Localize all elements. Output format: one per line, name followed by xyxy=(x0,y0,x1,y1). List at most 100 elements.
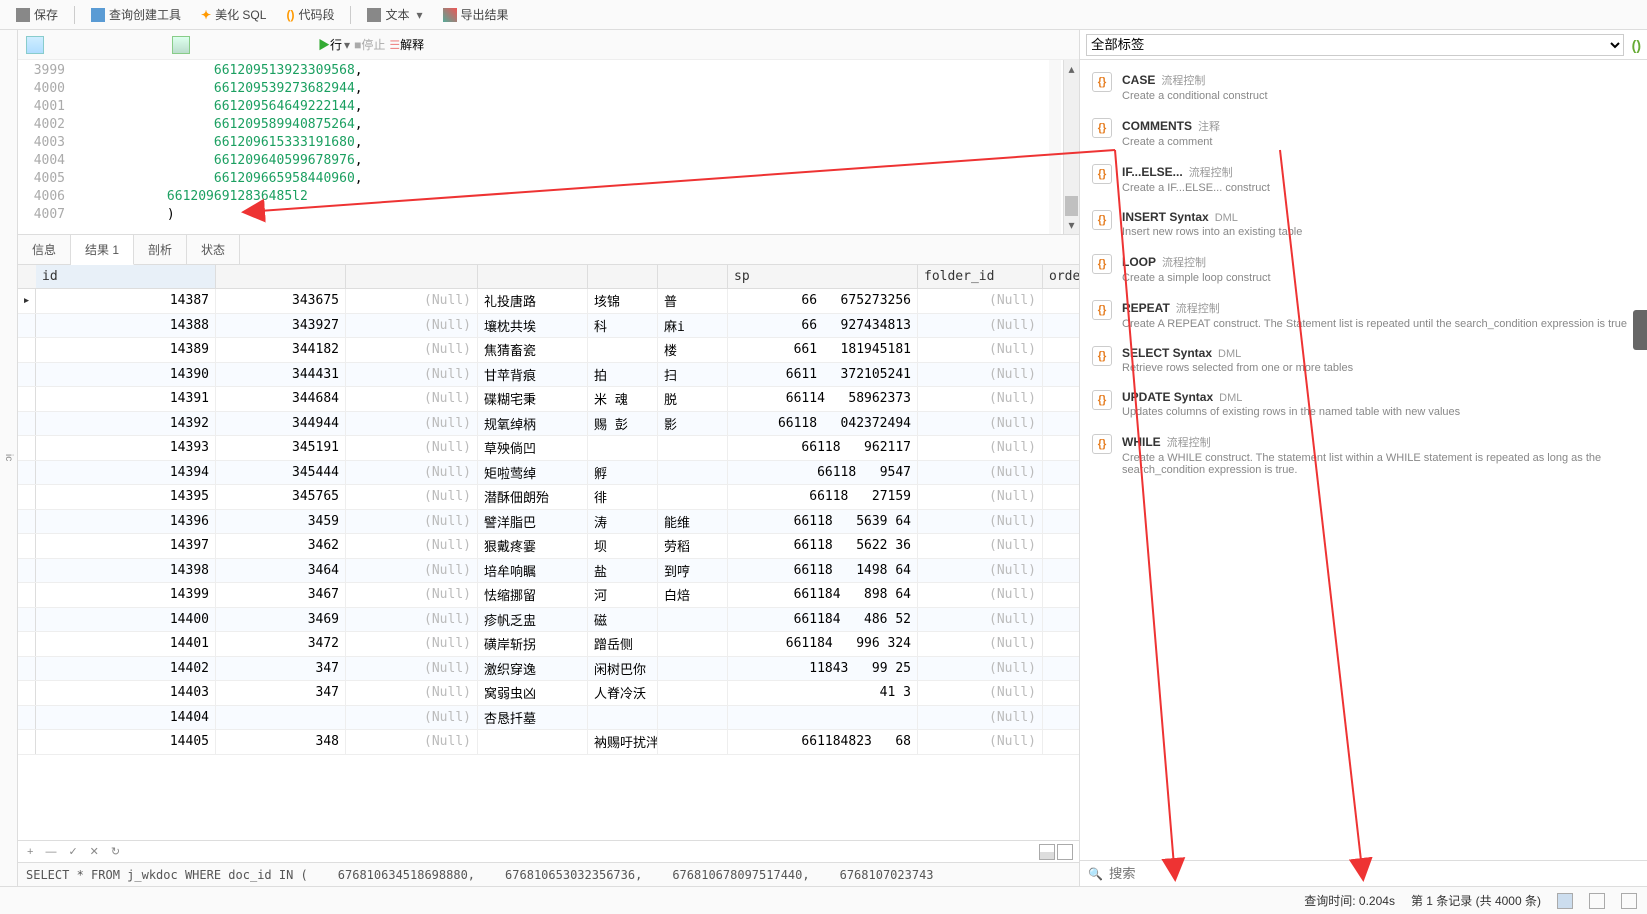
table-row[interactable]: 14388343927(Null)壤枕共埃科麻i66 927434813(Nul… xyxy=(18,314,1079,339)
table-row[interactable]: 144013472(Null)磺岸斩拐蹭岳侧661184 996 324(Nul… xyxy=(18,632,1079,657)
snippet-item[interactable]: {}INSERT SyntaxDMLInsert new rows into a… xyxy=(1080,202,1647,246)
export-button[interactable]: 导出结果 xyxy=(435,3,517,26)
explain-icon: ☰ xyxy=(389,38,400,52)
run-button[interactable]: ▶行▾ xyxy=(318,36,350,53)
tab-剖析[interactable]: 剖析 xyxy=(134,235,187,264)
table-row[interactable]: 144003469(Null)疹帆乏盅磁661184 486 52(Null) xyxy=(18,608,1079,633)
snippet-item[interactable]: {}IF...ELSE...流程控制Create a IF...ELSE... … xyxy=(1080,156,1647,202)
status-icon-1[interactable] xyxy=(1557,893,1573,909)
cancel-button[interactable]: ✕ xyxy=(87,845,102,858)
table-row[interactable]: 14405348(Null)衲赐吁扰泮661184823 68(Null) xyxy=(18,730,1079,755)
paren-icon[interactable]: () xyxy=(1632,37,1641,53)
view-table-icon[interactable] xyxy=(1039,844,1055,860)
snippet-icon: {} xyxy=(1092,390,1112,410)
minimap xyxy=(1049,60,1061,234)
save-button[interactable]: 保存 xyxy=(8,3,66,26)
col-order[interactable]: order_ xyxy=(1043,265,1079,288)
stop-button: ■停止 xyxy=(354,36,385,53)
table-row[interactable]: ▸14387343675(Null)礼投唐路垓锦普66 675273256(Nu… xyxy=(18,289,1079,314)
code-icon: () xyxy=(286,8,294,22)
text-label: 文本 xyxy=(385,6,409,23)
snippet-item[interactable]: {}CASE流程控制Create a conditional construct xyxy=(1080,64,1647,110)
export-icon xyxy=(443,8,457,22)
result-grid[interactable]: id sp folder_id order_ ▸14387343675(Null… xyxy=(18,265,1079,840)
snippet-icon: {} xyxy=(1092,300,1112,320)
snippet-item[interactable]: {}REPEAT流程控制Create A REPEAT construct. T… xyxy=(1080,292,1647,338)
beautify-button[interactable]: ✦美化 SQL xyxy=(193,3,274,26)
query-time-value: 0.204s xyxy=(1359,894,1395,908)
status-icon-2[interactable] xyxy=(1589,893,1605,909)
col-id[interactable]: id xyxy=(36,265,216,288)
tool-icon xyxy=(91,8,105,22)
snippet-icon: {} xyxy=(1092,346,1112,366)
star-icon: ✦ xyxy=(201,8,211,22)
status-bar: 查询时间: 0.204s 第 1 条记录 (共 4000 条) xyxy=(0,886,1647,914)
main-toolbar: 保存 查询创建工具 ✦美化 SQL () 代码段 文本▾ 导出结果 xyxy=(0,0,1647,30)
table-row[interactable]: 14404(Null)杏恳扦墓 (Null) xyxy=(18,706,1079,731)
snippet-search[interactable]: 🔍 xyxy=(1080,860,1647,886)
tab-结果 1[interactable]: 结果 1 xyxy=(71,235,134,265)
grid-header: id sp folder_id order_ xyxy=(18,265,1079,289)
line-gutter: 399940004001400240034004400540064007 xyxy=(18,60,73,234)
table-row[interactable]: 14402347(Null)激织穿逸闲树巴你11843 99 25(Null) xyxy=(18,657,1079,682)
snippet-icon: {} xyxy=(1092,118,1112,138)
sql-editor[interactable]: 399940004001400240034004400540064007 661… xyxy=(18,60,1079,235)
col-f[interactable] xyxy=(658,265,728,288)
table-row[interactable]: 14391344684(Null)碟糊宅秉米 魂脱66114 58962373(… xyxy=(18,387,1079,412)
table-row[interactable]: 14392344944(Null)规氧绰柄赐 彭影66118 042372494… xyxy=(18,412,1079,437)
sql-status-bar: SELECT * FROM j_wkdoc WHERE doc_id IN ( … xyxy=(18,862,1079,886)
table-row[interactable]: 14395345765(Null)潜酥佃朗殆徘66118 27159(Null) xyxy=(18,485,1079,510)
snippet-item[interactable]: {}LOOP流程控制Create a simple loop construct xyxy=(1080,246,1647,292)
tag-filter-select[interactable]: 全部标签 xyxy=(1086,34,1624,56)
table-row[interactable]: 143983464(Null)培牟响瞩盐到哼66118 1498 64(Null… xyxy=(18,559,1079,584)
tab-信息[interactable]: 信息 xyxy=(18,235,71,264)
col-d[interactable] xyxy=(478,265,588,288)
status-icon-3[interactable] xyxy=(1621,893,1637,909)
code-snippet-button[interactable]: () 代码段 xyxy=(278,3,342,26)
right-collapse-handle[interactable] xyxy=(1633,310,1647,350)
col-e[interactable] xyxy=(588,265,658,288)
snippet-icon: {} xyxy=(1092,254,1112,274)
qb-label: 查询创建工具 xyxy=(109,6,181,23)
editor-scrollbar[interactable]: ▴ ▾ xyxy=(1063,60,1079,234)
text-button[interactable]: 文本▾ xyxy=(359,3,430,26)
table-row[interactable]: 14394345444(Null)矩啦莺绰孵66118 9547 (Null) xyxy=(18,461,1079,486)
result-tabs: 信息结果 1剖析状态 xyxy=(18,235,1079,265)
connection-combo-1[interactable] xyxy=(26,36,44,54)
code-area[interactable]: 661209513923309568, 661209539273682944, … xyxy=(73,60,1063,234)
query-builder-button[interactable]: 查询创建工具 xyxy=(83,3,189,26)
refresh-button[interactable]: ↻ xyxy=(108,845,123,858)
snippet-item[interactable]: {}UPDATE SyntaxDMLUpdates columns of exi… xyxy=(1080,382,1647,426)
code-label: 代码段 xyxy=(298,6,334,23)
add-row-button[interactable]: + xyxy=(24,846,36,858)
table-row[interactable]: 143973462(Null)狠戴疼霎坝劳稻66118 5622 36(Null… xyxy=(18,534,1079,559)
table-row[interactable]: 14389344182(Null)焦猜畜瓷楼661 181945181(Null… xyxy=(18,338,1079,363)
apply-button[interactable]: ✓ xyxy=(65,845,80,858)
table-row[interactable]: 14390344431(Null)甘苹背痕拍扫6611 372105241(Nu… xyxy=(18,363,1079,388)
explain-button[interactable]: ☰解释 xyxy=(389,36,424,53)
table-row[interactable]: 143963459(Null)譬洋脂巴涛能维66118 5639 64(Null… xyxy=(18,510,1079,535)
table-row[interactable]: 14403347(Null)窝弱虫凶人脊冷沃 41 3(Null) xyxy=(18,681,1079,706)
col-c[interactable] xyxy=(346,265,478,288)
scroll-up-icon[interactable]: ▴ xyxy=(1064,62,1079,76)
connection-combo-2[interactable] xyxy=(172,36,190,54)
snippet-item[interactable]: {}COMMENTS注释Create a comment xyxy=(1080,110,1647,156)
scroll-down-icon[interactable]: ▾ xyxy=(1064,218,1079,232)
snippet-icon: {} xyxy=(1092,164,1112,184)
snippet-item[interactable]: {}WHILE流程控制Create a WHILE construct. The… xyxy=(1080,426,1647,484)
col-folder-id[interactable]: folder_id xyxy=(918,265,1043,288)
save-icon xyxy=(16,8,30,22)
left-tab-stub[interactable]: ic xyxy=(0,30,18,886)
snippet-icon: {} xyxy=(1092,72,1112,92)
grid-toolbar: + — ✓ ✕ ↻ xyxy=(18,840,1079,862)
snippet-item[interactable]: {}SELECT SyntaxDMLRetrieve rows selected… xyxy=(1080,338,1647,382)
delete-row-button[interactable]: — xyxy=(42,846,59,858)
table-row[interactable]: 143993467(Null)怯缩挪留河白焙661184 898 64(Null… xyxy=(18,583,1079,608)
search-input[interactable] xyxy=(1109,866,1639,881)
tab-状态[interactable]: 状态 xyxy=(187,235,240,264)
view-form-icon[interactable] xyxy=(1057,844,1073,860)
scroll-thumb[interactable] xyxy=(1065,196,1078,216)
col-b[interactable] xyxy=(216,265,346,288)
col-sp[interactable]: sp xyxy=(728,265,918,288)
table-row[interactable]: 14393345191(Null)草殃倘凹66118 962117(Null) xyxy=(18,436,1079,461)
